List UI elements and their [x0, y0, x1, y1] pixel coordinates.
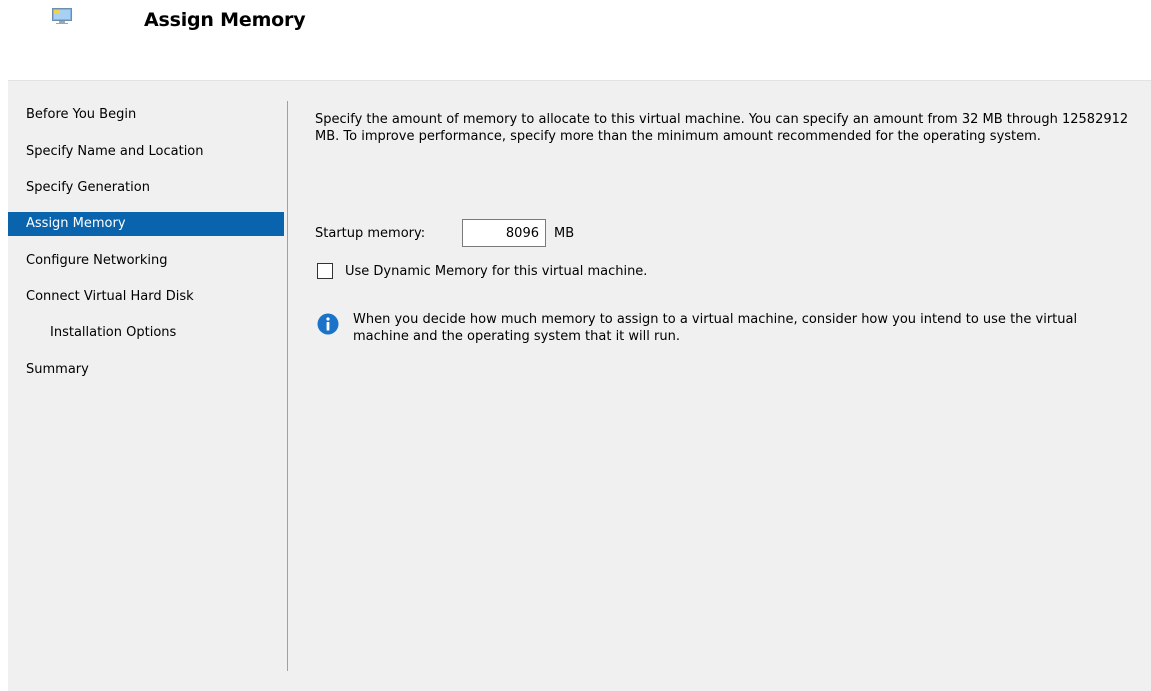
nav-item-specify-name-and-location[interactable]: Specify Name and Location	[8, 140, 284, 164]
memory-info-text: When you decide how much memory to assig…	[353, 312, 1078, 344]
wizard-header: Assign Memory	[0, 0, 1151, 80]
dynamic-memory-checkbox[interactable]	[317, 263, 333, 279]
nav-item-specify-generation[interactable]: Specify Generation	[8, 176, 284, 200]
virtual-machine-icon	[52, 8, 72, 24]
nav-item-installation-options[interactable]: Installation Options	[8, 321, 284, 345]
startup-memory-unit: MB	[554, 226, 575, 241]
startup-memory-label: Startup memory:	[315, 226, 426, 241]
nav-divider	[287, 101, 288, 671]
wizard-body: Before You Begin Specify Name and Locati…	[8, 80, 1151, 691]
nav-item-before-you-begin[interactable]: Before You Begin	[8, 103, 284, 127]
startup-memory-input[interactable]	[462, 219, 546, 247]
nav-item-configure-networking[interactable]: Configure Networking	[8, 249, 284, 273]
memory-description: Specify the amount of memory to allocate…	[315, 112, 1129, 144]
info-icon	[317, 313, 339, 335]
page-title: Assign Memory	[144, 9, 306, 31]
dynamic-memory-label[interactable]: Use Dynamic Memory for this virtual mach…	[345, 264, 647, 279]
nav-item-assign-memory[interactable]: Assign Memory	[8, 212, 284, 236]
nav-item-connect-virtual-hard-disk[interactable]: Connect Virtual Hard Disk	[8, 285, 284, 309]
nav-item-summary[interactable]: Summary	[8, 358, 284, 382]
